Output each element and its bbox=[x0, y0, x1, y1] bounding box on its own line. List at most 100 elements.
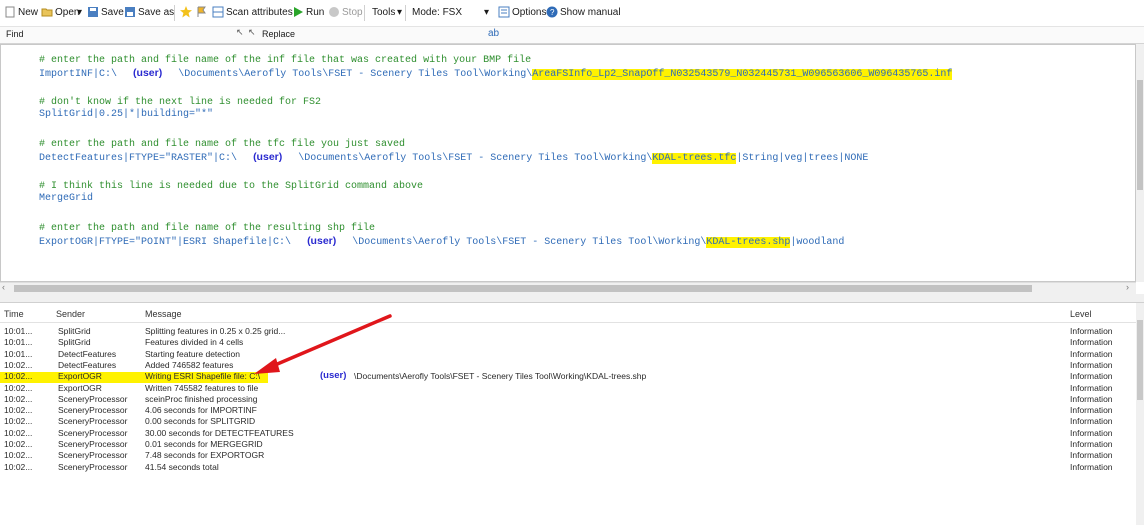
toolbar-divider bbox=[174, 5, 175, 21]
run-button[interactable]: Run bbox=[306, 6, 324, 20]
log-sender: SceneryProcessor bbox=[58, 462, 128, 472]
user-tag: (user) bbox=[133, 67, 163, 79]
script-editor[interactable]: # enter the path and file name of the in… bbox=[0, 44, 1136, 282]
open-button[interactable]: Open bbox=[55, 6, 79, 20]
show-manual-button[interactable]: Show manual bbox=[560, 6, 621, 20]
log-level: Information bbox=[1070, 416, 1113, 426]
find-input[interactable] bbox=[30, 28, 190, 41]
chevron-down-icon[interactable]: ▾ bbox=[484, 6, 489, 20]
log-time: 10:02... bbox=[4, 360, 33, 370]
log-time: 10:02... bbox=[4, 383, 33, 393]
log-level: Information bbox=[1070, 371, 1113, 381]
log-sender: DetectFeatures bbox=[58, 349, 117, 359]
command-text: ImportINF|C:\ bbox=[39, 69, 118, 80]
command-text: DetectFeatures|FTYPE="RASTER"|C:\ bbox=[39, 153, 238, 164]
log-time: 10:02... bbox=[4, 371, 33, 381]
log-time: 10:02... bbox=[4, 462, 33, 472]
save-as-button[interactable]: Save as bbox=[138, 6, 174, 20]
log-level: Information bbox=[1070, 405, 1113, 415]
header-divider bbox=[0, 322, 1136, 323]
log-level: Information bbox=[1070, 326, 1113, 336]
column-header-level[interactable]: Level bbox=[1070, 309, 1092, 319]
options-button[interactable]: Options bbox=[512, 6, 546, 20]
log-sender: SceneryProcessor bbox=[58, 450, 128, 460]
find-next-icon[interactable]: ↖ bbox=[248, 27, 256, 38]
log-time: 10:01... bbox=[4, 337, 33, 347]
log-message: Added 746582 features bbox=[145, 360, 234, 370]
mode-label[interactable]: Mode: FSX bbox=[412, 6, 462, 20]
log-vertical-scroll-thumb[interactable] bbox=[1137, 320, 1143, 400]
log-message: Features divided in 4 cells bbox=[145, 337, 244, 347]
scroll-left-icon[interactable]: ‹ bbox=[2, 282, 5, 292]
column-header-sender[interactable]: Sender bbox=[56, 309, 85, 319]
chevron-down-icon[interactable]: ▾ bbox=[397, 6, 402, 20]
command-tail: |String|veg|trees|NONE bbox=[736, 153, 869, 164]
toolbar-divider bbox=[364, 5, 365, 21]
path-text: \Documents\Aerofly Tools\FSET - Scenery … bbox=[352, 237, 707, 248]
user-tag: (user) bbox=[307, 235, 337, 247]
star-icon[interactable] bbox=[180, 6, 192, 18]
annotation-arrow bbox=[254, 314, 392, 374]
toolbar-divider bbox=[405, 5, 406, 21]
log-sender: DetectFeatures bbox=[58, 360, 117, 370]
replace-all-icon[interactable]: ab bbox=[488, 28, 499, 39]
pane-splitter[interactable] bbox=[0, 294, 1144, 303]
log-sender: SplitGrid bbox=[58, 337, 91, 347]
save-button[interactable]: Save bbox=[101, 6, 124, 20]
find-bar: Find ↖ ↖ Replace ab bbox=[0, 27, 1144, 44]
scan-attributes-button[interactable]: Scan attributes bbox=[226, 6, 293, 20]
log-sender: SceneryProcessor bbox=[58, 428, 128, 438]
column-header-message[interactable]: Message bbox=[145, 309, 182, 319]
replace-button[interactable]: Replace bbox=[262, 29, 295, 39]
stop-button[interactable]: Stop bbox=[342, 6, 363, 20]
log-sender: SceneryProcessor bbox=[58, 416, 128, 426]
save-as-icon bbox=[124, 6, 136, 18]
log-sender: SceneryProcessor bbox=[58, 439, 128, 449]
scroll-right-icon[interactable]: › bbox=[1126, 282, 1129, 292]
editor-command-line: DetectFeatures|FTYPE="RASTER"|C:\ (user)… bbox=[39, 151, 869, 164]
help-icon: ? bbox=[546, 6, 558, 18]
user-tag: (user) bbox=[253, 151, 283, 163]
log-level: Information bbox=[1070, 360, 1113, 370]
run-icon bbox=[292, 6, 304, 18]
log-level: Information bbox=[1070, 462, 1113, 472]
highlighted-filename: KDAL-trees.tfc bbox=[652, 153, 737, 164]
log-level: Information bbox=[1070, 450, 1113, 460]
scan-icon bbox=[212, 6, 224, 18]
find-label: Find bbox=[6, 29, 24, 39]
editor-vertical-scroll-thumb[interactable] bbox=[1137, 80, 1143, 190]
path-text: \Documents\Aerofly Tools\FSET - Scenery … bbox=[178, 69, 533, 80]
path-text: \Documents\Aerofly Tools\FSET - Scenery … bbox=[298, 153, 653, 164]
column-header-time[interactable]: Time bbox=[4, 309, 24, 319]
options-icon bbox=[498, 6, 510, 18]
new-button[interactable]: New bbox=[18, 6, 38, 20]
flag-icon[interactable] bbox=[196, 6, 208, 18]
log-sender: SceneryProcessor bbox=[58, 394, 128, 404]
tools-menu[interactable]: Tools bbox=[372, 6, 395, 20]
editor-command-line: MergeGrid bbox=[39, 193, 94, 204]
find-previous-icon[interactable]: ↖ bbox=[236, 27, 244, 38]
editor-command-line: ExportOGR|FTYPE="POINT"|ESRI Shapefile|C… bbox=[39, 235, 844, 248]
log-message: 0.01 seconds for MERGEGRID bbox=[145, 439, 263, 449]
log-level: Information bbox=[1070, 349, 1113, 359]
log-level: Information bbox=[1070, 428, 1113, 438]
log-message: sceinProc finished processing bbox=[145, 394, 258, 404]
log-message: 41.54 seconds total bbox=[145, 462, 219, 472]
log-sender: ExportOGR bbox=[58, 383, 102, 393]
log-time: 10:02... bbox=[4, 416, 33, 426]
log-message: 30.00 seconds for DETECTFEATURES bbox=[145, 428, 294, 438]
svg-text:?: ? bbox=[550, 8, 555, 17]
editor-comment-line: # don't know if the next line is needed … bbox=[39, 97, 322, 108]
log-level: Information bbox=[1070, 394, 1113, 404]
log-time: 10:02... bbox=[4, 405, 33, 415]
log-level: Information bbox=[1070, 383, 1113, 393]
log-time: 10:01... bbox=[4, 349, 33, 359]
stop-icon bbox=[328, 6, 340, 18]
editor-comment-line: # enter the path and file name of the re… bbox=[39, 223, 376, 234]
editor-horizontal-scroll-thumb[interactable] bbox=[14, 285, 1032, 292]
log-time: 10:02... bbox=[4, 450, 33, 460]
log-time: 10:02... bbox=[4, 394, 33, 404]
chevron-down-icon[interactable]: ▾ bbox=[77, 6, 82, 20]
log-message: 7.48 seconds for EXPORTOGR bbox=[145, 450, 265, 460]
log-sender: SplitGrid bbox=[58, 326, 91, 336]
